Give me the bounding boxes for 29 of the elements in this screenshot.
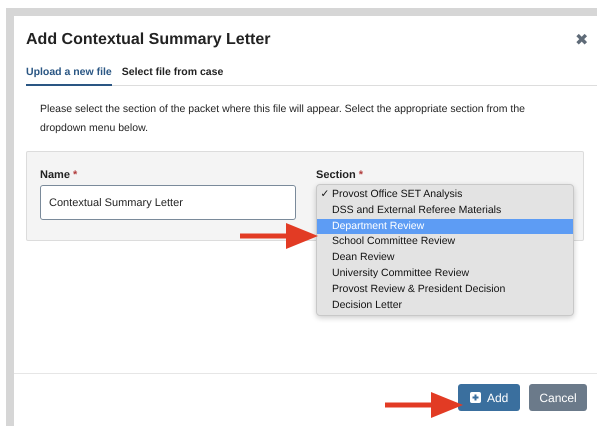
name-field[interactable]: Contextual Summary Letter: [40, 185, 296, 220]
menu-option[interactable]: Dean Review: [317, 250, 573, 266]
option-label: School Committee Review: [332, 234, 456, 250]
plus-icon: [470, 392, 481, 403]
field-label: Section: [316, 169, 356, 181]
option-label: Provost Office SET Analysis: [332, 187, 462, 202]
add-button[interactable]: Add: [458, 384, 520, 411]
instructions-text: Please select the section of the packet where this file will appear. Select the appropriate section from the dropdown menu below.: [40, 102, 526, 136]
menu-option[interactable]: Provost Review & President Decision: [317, 282, 573, 298]
close-button[interactable]: ✖: [575, 30, 588, 50]
option-label: Dean Review: [332, 250, 394, 266]
required-mark: *: [358, 169, 364, 181]
option-label: Provost Review & President Decision: [332, 282, 506, 297]
menu-option[interactable]: DSS and External Referee Materials: [317, 202, 573, 219]
dialog-title: Add Contextual Summary Letter: [26, 31, 270, 49]
menu-option[interactable]: School Committee Review: [317, 234, 573, 250]
required-mark: *: [72, 169, 78, 181]
tab[interactable]: Select file from case: [122, 62, 224, 86]
menu-option[interactable]: University Committee Review: [317, 266, 573, 282]
tab[interactable]: Upload a new file: [26, 62, 112, 86]
cancel-button[interactable]: Cancel: [529, 384, 587, 411]
check-mark: ✓: [320, 188, 330, 200]
option-label: DSS and External Referee Materials: [332, 202, 502, 218]
option-label: University Committee Review: [332, 266, 470, 281]
option-label: Department Review: [332, 218, 424, 234]
field-label: Name: [40, 169, 70, 181]
menu-option[interactable]: ✓ Provost Office SET Analysis: [317, 187, 573, 203]
option-label: Decision Letter: [332, 298, 402, 313]
menu-option[interactable]: Decision Letter: [317, 298, 573, 314]
